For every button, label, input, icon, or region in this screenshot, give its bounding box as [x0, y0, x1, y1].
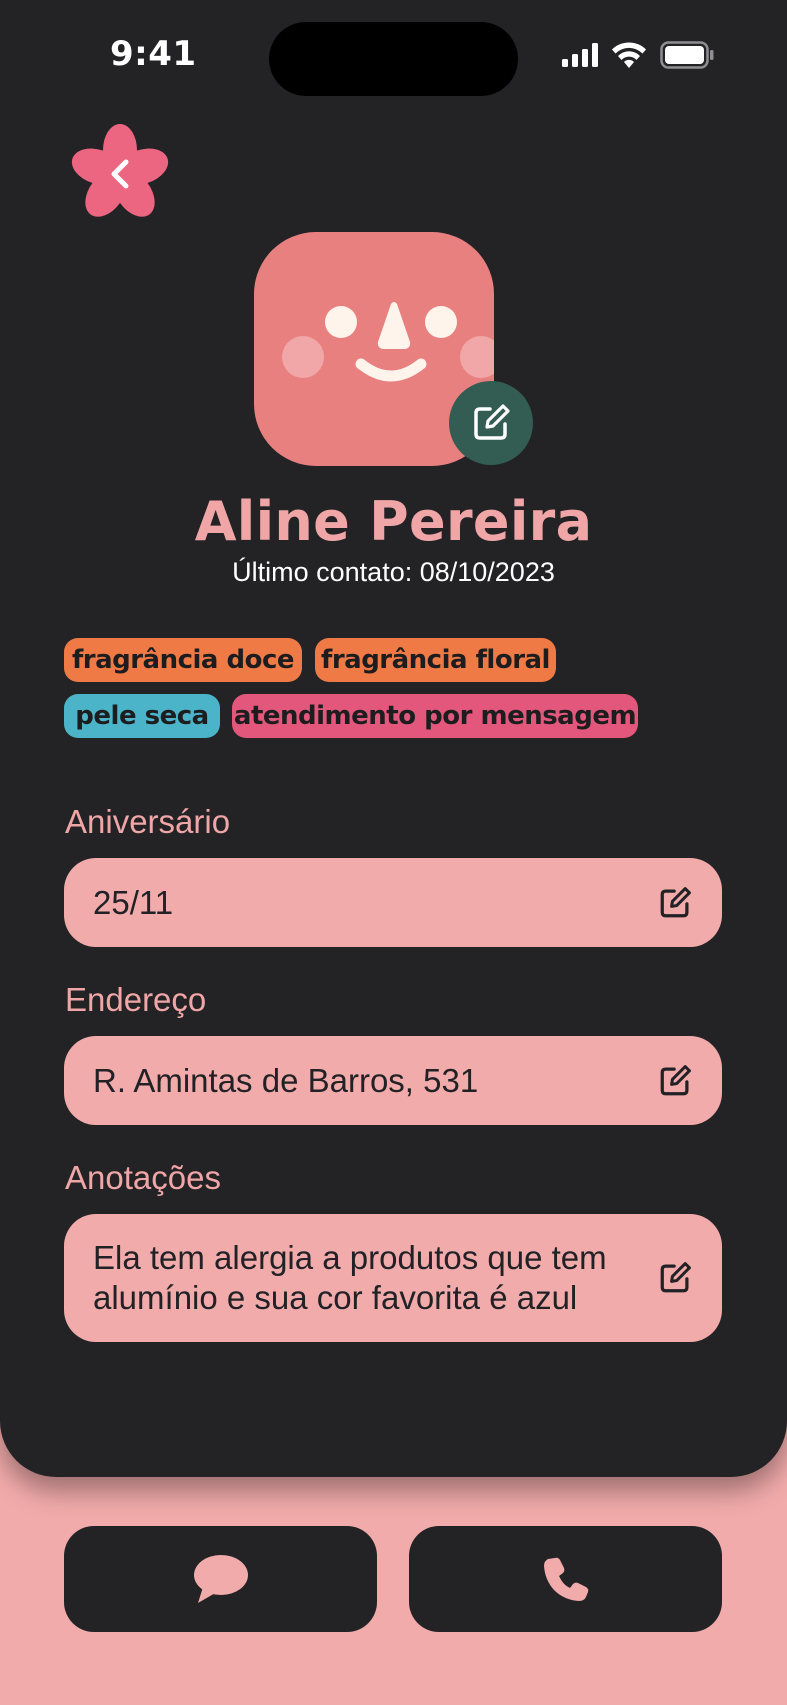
- tag-fragrancia-doce[interactable]: fragrância doce: [64, 638, 302, 682]
- phone-icon: [543, 1557, 588, 1601]
- birthday-field[interactable]: 25/11: [64, 858, 722, 947]
- dynamic-island: [269, 22, 518, 96]
- address-value: R. Amintas de Barros, 531: [93, 1061, 479, 1099]
- chat-bubble-icon: [193, 1555, 248, 1603]
- wifi-icon: [612, 42, 646, 68]
- last-contact-date: Último contato: 08/10/2023: [232, 557, 555, 587]
- battery-icon: [660, 41, 714, 69]
- tag-pele-seca[interactable]: pele seca: [64, 694, 220, 738]
- edit-notes-icon[interactable]: [658, 1261, 692, 1295]
- back-button[interactable]: [68, 122, 172, 226]
- address-field[interactable]: R. Amintas de Barros, 531: [64, 1036, 722, 1125]
- contact-detail-screen: 9:41 Aline Pereira Último contato: 08/10…: [0, 0, 787, 1705]
- profile-card: 9:41 Aline Pereira Último contato: 08/10…: [0, 0, 787, 1477]
- birthday-value: 25/11: [93, 883, 174, 921]
- edit-avatar-button[interactable]: [449, 381, 533, 465]
- notes-value: Ela tem alergia a produtos que tem alumí…: [93, 1239, 607, 1316]
- tag-fragrancia-floral[interactable]: fragrância floral: [315, 638, 556, 682]
- birthday-label: Aniversário: [65, 803, 231, 840]
- notes-label: Anotações: [65, 1159, 221, 1196]
- status-icons: [562, 40, 714, 70]
- flower-back-icon: [71, 124, 169, 217]
- status-time: 9:41: [110, 34, 197, 74]
- notes-field[interactable]: Ela tem alergia a produtos que tem alumí…: [64, 1214, 722, 1342]
- edit-address-icon[interactable]: [658, 1064, 692, 1098]
- address-label: Endereço: [65, 981, 207, 1018]
- cellular-signal-icon: [562, 43, 598, 67]
- tag-atendimento-por-mensagem[interactable]: atendimento por mensagem: [232, 694, 638, 738]
- message-button[interactable]: [64, 1526, 377, 1632]
- call-button[interactable]: [409, 1526, 722, 1632]
- edit-icon: [474, 404, 510, 440]
- contact-name: Aline Pereira: [194, 490, 593, 553]
- edit-birthday-icon[interactable]: [658, 886, 692, 920]
